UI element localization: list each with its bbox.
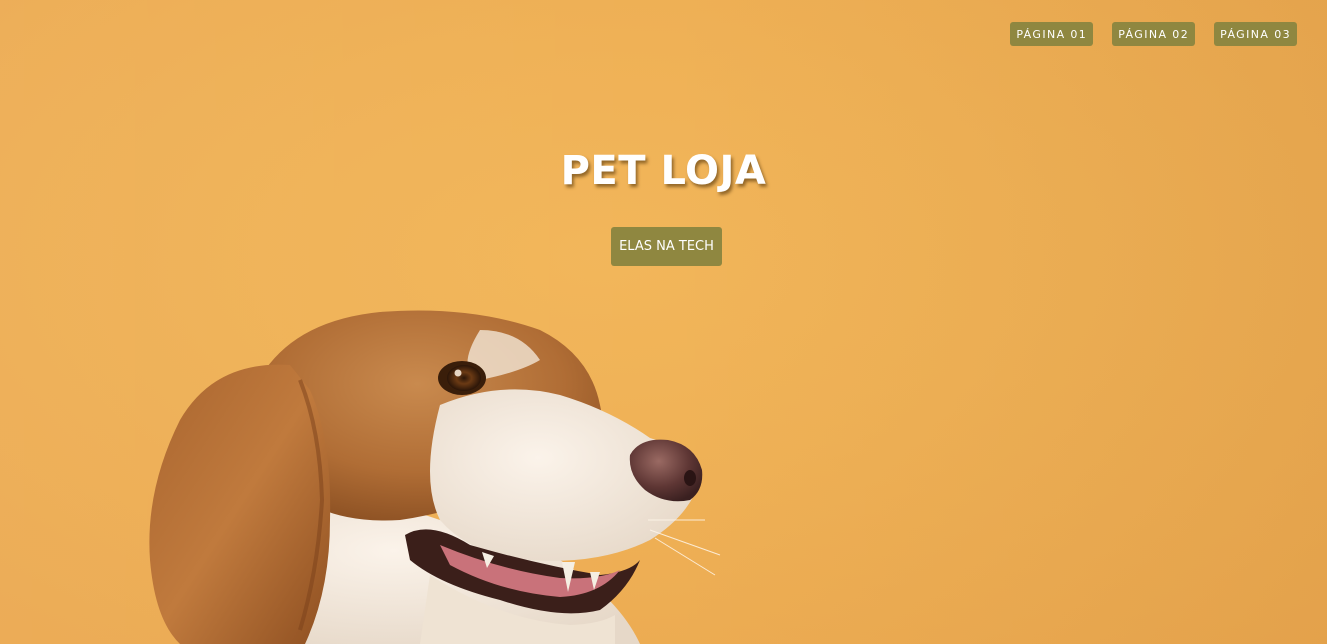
dog-image [149,310,721,644]
dog-ear [149,364,331,644]
